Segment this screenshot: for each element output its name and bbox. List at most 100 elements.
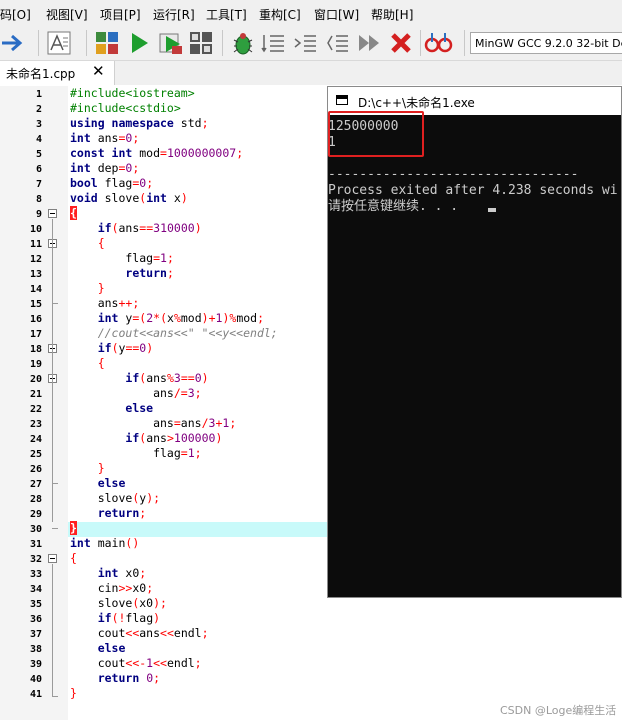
toggle-comment-icon[interactable]	[322, 28, 352, 58]
code-line: ans/=3;	[70, 386, 202, 400]
line-number: 40	[29, 674, 42, 685]
fold-marker[interactable]	[48, 554, 57, 563]
menu-run[interactable]: 运行[R]	[153, 6, 195, 23]
rebuild-all-icon[interactable]	[186, 28, 216, 58]
forward-arrow-icon[interactable]	[0, 28, 30, 58]
console-press-key: 请按任意键继续. . .	[328, 199, 466, 214]
code-line: return;	[97, 506, 147, 520]
console-separator: --------------------------------	[328, 167, 579, 182]
line-number: 35	[29, 599, 42, 610]
code-line: {	[97, 356, 105, 370]
file-tab[interactable]: 未命名1.cpp ✕	[0, 61, 115, 85]
console-title: D:\c++\未命名1.exe	[358, 96, 475, 110]
line-number: 8	[35, 194, 42, 205]
compile-icon[interactable]	[92, 28, 122, 58]
fold-guide	[52, 564, 53, 697]
run-icon[interactable]	[124, 28, 154, 58]
line-number: 29	[29, 509, 42, 520]
code-line: if(ans==310000)	[97, 221, 202, 235]
toolbar-separator	[222, 30, 223, 56]
toolbar-separator	[464, 30, 465, 56]
console-cursor	[488, 208, 496, 212]
line-number: 37	[29, 629, 42, 640]
code-line: flag=1;	[70, 251, 174, 265]
line-number: 21	[29, 389, 42, 400]
code-line: if(!flag)	[97, 611, 161, 625]
line-number: 27	[29, 479, 42, 490]
code-line: ans++;	[70, 296, 140, 310]
menu-project[interactable]: 项目[P]	[100, 6, 141, 23]
fold-guide	[52, 219, 53, 522]
line-number: 5	[35, 149, 42, 160]
code-line: if(y==0)	[97, 341, 154, 355]
menu-view[interactable]: 视图[V]	[46, 6, 88, 23]
code-line: return 0;	[97, 671, 161, 685]
line-number: 4	[35, 134, 42, 145]
profile-icon[interactable]	[424, 28, 454, 58]
line-number: 6	[35, 164, 42, 175]
code-line: #include<iostream>	[70, 86, 195, 100]
toolbar-separator	[420, 30, 421, 56]
menu-tools[interactable]: 工具[T]	[206, 6, 247, 23]
menu-help[interactable]: 帮助[H]	[371, 6, 413, 23]
line-number: 33	[29, 569, 42, 580]
toolbar-separator	[38, 30, 39, 56]
file-tab-label: 未命名1.cpp	[6, 67, 76, 81]
fold-marker[interactable]	[48, 209, 57, 218]
menu-code[interactable]: 码[O]	[0, 6, 31, 23]
code-line: using namespace std;	[70, 116, 209, 130]
code-line: if(ans%3==0)	[125, 371, 209, 385]
code-line: ans=ans/3+1;	[70, 416, 237, 430]
console-process-message: Process exited after 4.238 seconds wi	[328, 183, 618, 198]
fold-end	[52, 303, 58, 304]
line-number: 24	[29, 434, 42, 445]
menu-window[interactable]: 窗口[W]	[314, 6, 359, 23]
console-window[interactable]: D:\c++\未命名1.exe 125000000 1 ------------…	[327, 86, 622, 598]
close-icon[interactable]: ✕	[92, 62, 105, 80]
code-line: int main()	[70, 536, 140, 550]
line-number: 26	[29, 464, 42, 475]
stop-icon[interactable]	[386, 28, 416, 58]
toolbar-separator	[86, 30, 87, 56]
line-number: 30	[29, 524, 42, 535]
line-number: 31	[29, 539, 42, 550]
code-line: cin>>x0;	[70, 581, 154, 595]
line-number: 20	[29, 374, 42, 385]
line-number: 28	[29, 494, 42, 505]
code-line: slove(y);	[70, 491, 161, 505]
line-number: 18	[29, 344, 42, 355]
line-number: 3	[35, 119, 42, 130]
line-number: 25	[29, 449, 42, 460]
line-number: 1	[35, 89, 42, 100]
code-line: }	[70, 686, 77, 700]
code-line: int dep=0;	[70, 161, 140, 175]
unindent-icon[interactable]	[290, 28, 320, 58]
indent-icon[interactable]	[258, 28, 288, 58]
code-line: int x0;	[97, 566, 147, 580]
debug-bug-icon[interactable]	[228, 28, 258, 58]
format-code-icon[interactable]	[44, 28, 74, 58]
menu-refactor[interactable]: 重构[C]	[259, 6, 301, 23]
code-line: int y=(2*(x%mod)+1)%mod;	[97, 311, 265, 325]
code-line: {	[97, 236, 105, 250]
code-line: else	[125, 401, 154, 415]
compiler-select[interactable]: MinGW GCC 9.2.0 32-bit Del	[470, 32, 622, 54]
fast-forward-icon[interactable]	[354, 28, 384, 58]
code-line: }	[70, 521, 77, 535]
fold-end	[52, 528, 58, 529]
toolbar: MinGW GCC 9.2.0 32-bit Del	[0, 26, 622, 61]
line-number: 36	[29, 614, 42, 625]
code-line: }	[97, 281, 105, 295]
code-line: void slove(int x)	[70, 191, 188, 205]
line-number: 11	[29, 239, 42, 250]
code-line: if(ans>100000)	[125, 431, 223, 445]
line-number: 2	[35, 104, 42, 115]
line-number: 38	[29, 644, 42, 655]
code-line: {	[70, 551, 77, 565]
code-line: else	[97, 476, 126, 490]
compile-run-icon[interactable]	[156, 28, 186, 58]
line-number: 9	[35, 209, 42, 220]
line-number: 32	[29, 554, 42, 565]
code-line: slove(x0);	[70, 596, 167, 610]
line-number: 7	[35, 179, 42, 190]
